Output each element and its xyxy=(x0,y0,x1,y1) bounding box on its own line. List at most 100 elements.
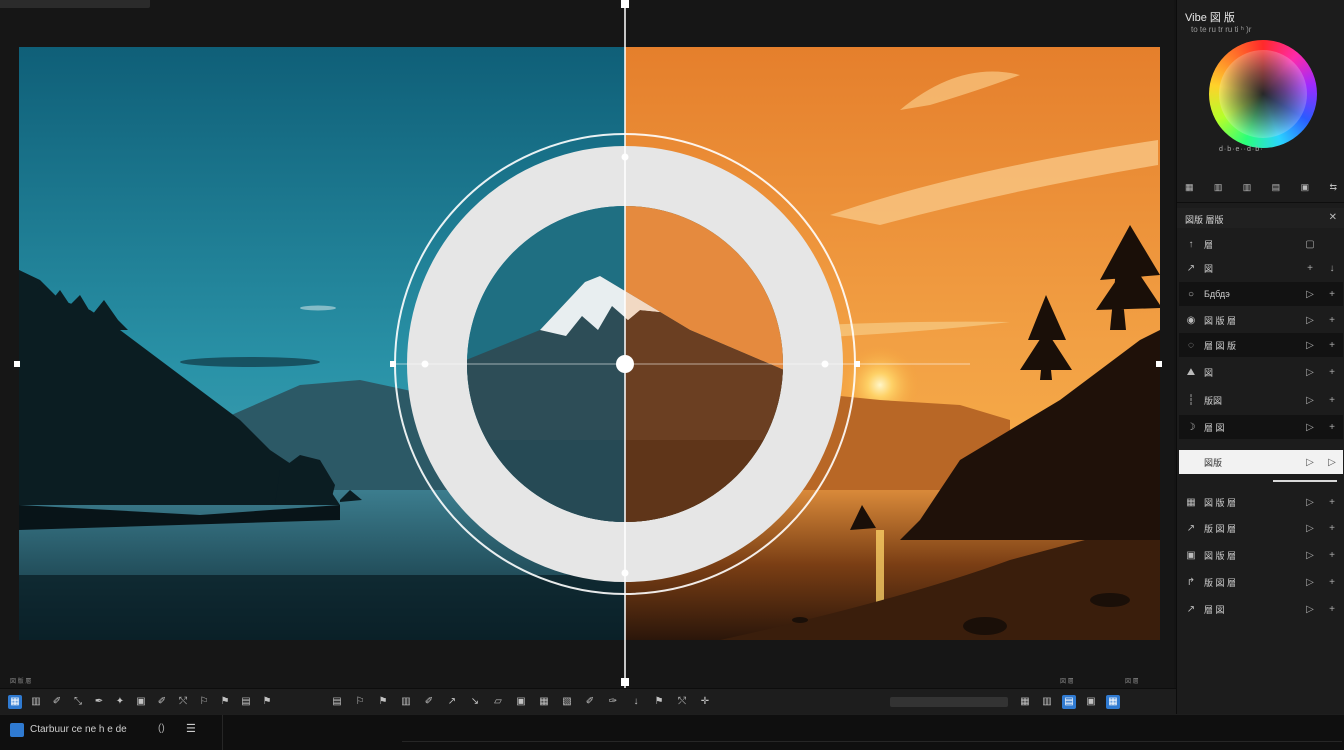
layer-add-icon[interactable]: + xyxy=(1321,395,1343,406)
layer-row[interactable]: ↗ 版 図 層 ▷ + xyxy=(1179,516,1343,540)
center-handle[interactable] xyxy=(616,355,634,373)
toolbar-tool-icon[interactable]: ✛ xyxy=(698,695,712,709)
toolbar-tool-icon[interactable]: ▧ xyxy=(560,695,574,709)
layer-add-icon[interactable]: + xyxy=(1321,497,1343,508)
toolbar-tool-icon[interactable]: ⚐ xyxy=(197,695,211,709)
status-button-a[interactable]: () xyxy=(158,723,165,734)
layer-expand-icon[interactable]: ▷ xyxy=(1299,604,1321,615)
toolbar-tool-icon[interactable]: ⤡ xyxy=(71,695,85,709)
toolbar-tool-icon[interactable]: ▦ xyxy=(1018,695,1032,709)
layer-expand-icon[interactable]: ▷ xyxy=(1299,422,1321,433)
toolbar-tool-icon[interactable]: ▤ xyxy=(1062,695,1076,709)
outer-ring-handle-right[interactable] xyxy=(854,361,860,367)
layer-row[interactable]: ↗ 図 + ↓ xyxy=(1179,256,1343,280)
columns-icon[interactable]: ▥ xyxy=(1214,182,1223,194)
adjustment-slider[interactable] xyxy=(1273,480,1337,482)
layer-expand-icon[interactable]: ▷ xyxy=(1299,340,1321,351)
toolbar-tool-icon[interactable]: ⚐ xyxy=(353,695,367,709)
layer-add-icon[interactable]: + xyxy=(1321,604,1343,615)
toolbar-tool-icon[interactable]: ✐ xyxy=(50,695,64,709)
layer-row[interactable]: ☽ 層 図 ▷ + xyxy=(1179,415,1343,439)
toolbar-tool-icon[interactable]: ✑ xyxy=(606,695,620,709)
toolbar-tool-icon[interactable]: ▤ xyxy=(239,695,253,709)
layer-add-icon[interactable]: ▷ xyxy=(1321,457,1343,468)
toolbar-tool-icon[interactable]: ↓ xyxy=(629,695,643,709)
layer-row[interactable]: ◉ 図 版 層 ▷ + xyxy=(1179,308,1343,332)
layer-expand-icon[interactable]: ▢ xyxy=(1299,239,1321,250)
toolbar-tool-icon[interactable]: ✐ xyxy=(422,695,436,709)
frame-icon[interactable]: ▣ xyxy=(1301,182,1310,194)
menu-icon[interactable]: ☰ xyxy=(186,722,196,735)
toolbar-tool-icon[interactable]: ✐ xyxy=(583,695,597,709)
color-panel: Vibe 図 版 to te ru tr ru ti ʰ )r d·b·e··d… xyxy=(1176,0,1344,750)
toolbar-tool-icon[interactable]: ↗ xyxy=(445,695,459,709)
layer-expand-icon[interactable]: ▷ xyxy=(1299,315,1321,326)
layer-add-icon[interactable]: + xyxy=(1321,577,1343,588)
toolbar-tool-icon[interactable]: ▦ xyxy=(8,695,22,709)
layer-expand-icon[interactable]: ▷ xyxy=(1299,395,1321,406)
toolbar-tool-icon[interactable]: ▣ xyxy=(134,695,148,709)
toolbar-tool-icon[interactable]: ✒ xyxy=(92,695,106,709)
layer-add-icon[interactable]: + xyxy=(1321,289,1343,300)
toolbar-tool-icon[interactable]: ⚑ xyxy=(218,695,232,709)
list-icon[interactable]: ▤ xyxy=(1272,182,1281,194)
layer-expand-icon[interactable]: ▷ xyxy=(1299,289,1321,300)
close-icon[interactable]: ✕ xyxy=(1329,212,1337,223)
layer-row[interactable]: ▦ 図 版 層 ▷ + xyxy=(1179,490,1343,514)
layer-add-icon[interactable]: + xyxy=(1321,315,1343,326)
toolbar-tool-icon[interactable]: ✦ xyxy=(113,695,127,709)
grid-icon[interactable]: ▦ xyxy=(1185,182,1194,194)
toolbar-tool-icon[interactable]: ⚑ xyxy=(376,695,390,709)
layer-add-icon[interactable]: + xyxy=(1321,340,1343,351)
layer-row[interactable]: 図版 ▷ ▷ xyxy=(1179,450,1343,474)
outer-ring-handle-left[interactable] xyxy=(390,361,396,367)
layer-expand-icon[interactable]: ▷ xyxy=(1299,367,1321,378)
layer-row[interactable]: ○ Бдбдэ ▷ + xyxy=(1179,282,1343,306)
layer-row[interactable]: ⛰ 図 ▷ + xyxy=(1179,360,1343,384)
layer-row[interactable]: ▣ 図 版 層 ▷ + xyxy=(1179,543,1343,567)
toolbar-tool-icon[interactable]: ⚑ xyxy=(260,695,274,709)
layer-row[interactable]: ◌ 層 図 版 ▷ + xyxy=(1179,333,1343,357)
layer-expand-icon[interactable]: ▷ xyxy=(1299,523,1321,534)
ring-handle-right[interactable] xyxy=(821,360,829,368)
toolbar-tool-icon[interactable]: ▤ xyxy=(330,695,344,709)
layer-expand-icon[interactable]: ▷ xyxy=(1299,457,1321,468)
swap-icon[interactable]: ⇆ xyxy=(1329,182,1337,194)
toolbar-tool-icon[interactable]: ✐ xyxy=(155,695,169,709)
ring-handle-top[interactable] xyxy=(621,153,629,161)
layer-row[interactable]: ┆ 版図 ▷ + xyxy=(1179,388,1343,412)
toolbar-tool-icon[interactable]: ▣ xyxy=(514,695,528,709)
toolbar-tool-icon[interactable]: ▣ xyxy=(1084,695,1098,709)
layer-expand-icon[interactable]: + xyxy=(1299,263,1321,274)
layer-add-icon[interactable]: ↓ xyxy=(1321,263,1343,274)
color-wheel[interactable] xyxy=(1209,40,1317,148)
toolbar-tool-icon[interactable]: ⤲ xyxy=(176,695,190,709)
toolbar-tool-icon[interactable]: ⤲ xyxy=(675,695,689,709)
frame-handle-left[interactable] xyxy=(14,361,20,367)
toolbar-tool-icon[interactable]: ▱ xyxy=(491,695,505,709)
toolbar-tool-icon[interactable]: ▥ xyxy=(1040,695,1054,709)
panel-icon-row: ▦ ▥ ▥ ▤ ▣ ⇆ xyxy=(1185,182,1337,194)
timeline-scrollbar[interactable] xyxy=(890,697,1008,707)
layer-expand-icon[interactable]: ▷ xyxy=(1299,577,1321,588)
columns-alt-icon[interactable]: ▥ xyxy=(1243,182,1252,194)
layer-expand-icon[interactable]: ▷ xyxy=(1299,550,1321,561)
toolbar-tool-icon[interactable]: ▦ xyxy=(537,695,551,709)
frame-handle-right[interactable] xyxy=(1156,361,1162,367)
layer-add-icon[interactable]: + xyxy=(1321,550,1343,561)
layer-row[interactable]: ↱ 版 図 層 ▷ + xyxy=(1179,570,1343,594)
layer-add-icon[interactable]: + xyxy=(1321,367,1343,378)
toolbar-tool-icon[interactable]: ⚑ xyxy=(652,695,666,709)
layer-expand-icon[interactable]: ▷ xyxy=(1299,497,1321,508)
toolbar-tool-icon[interactable]: ▥ xyxy=(399,695,413,709)
layer-add-icon[interactable]: + xyxy=(1321,422,1343,433)
layer-row[interactable]: ↑ 層 ▢ xyxy=(1179,232,1343,256)
layer-row[interactable]: ↗ 層 図 ▷ + xyxy=(1179,597,1343,621)
toolbar-tool-icon[interactable]: ▦ xyxy=(1106,695,1120,709)
layer-add-icon[interactable]: + xyxy=(1321,523,1343,534)
ring-handle-left[interactable] xyxy=(421,360,429,368)
toolbar-tool-icon[interactable]: ▥ xyxy=(29,695,43,709)
color-wheel-inner[interactable] xyxy=(1219,50,1307,138)
toolbar-tool-icon[interactable]: ↘ xyxy=(468,695,482,709)
ring-handle-bottom[interactable] xyxy=(621,569,629,577)
